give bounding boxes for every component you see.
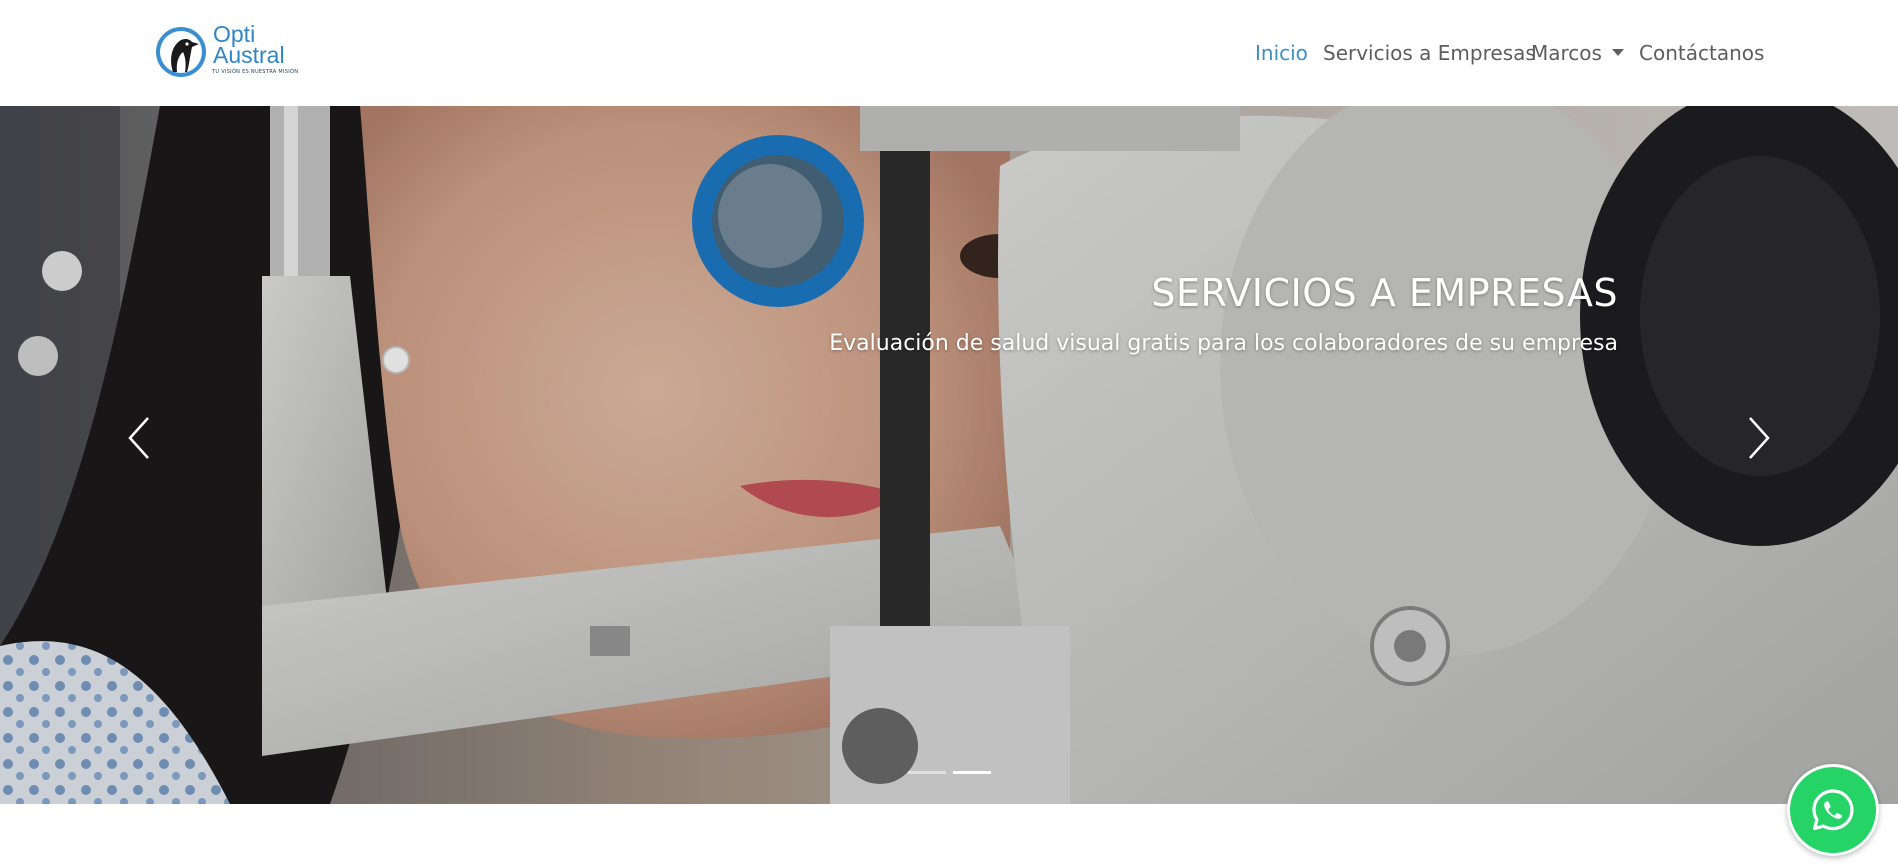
brand-name: Opti Austral (213, 23, 285, 68)
carousel-indicator-2[interactable] (952, 771, 991, 774)
nav-item-contactanos[interactable]: Contáctanos (1639, 0, 1764, 106)
nav-link-inicio[interactable]: Inicio (1255, 41, 1308, 65)
top-navbar: Opti Austral TU VISIÓN ES NUESTRA MISIÓN… (0, 0, 1898, 106)
carousel-indicators (0, 771, 1898, 774)
carousel-prev-button[interactable] (108, 396, 168, 476)
chevron-left-icon (128, 417, 149, 459)
slide-subtitle: Evaluación de salud visual gratis para l… (829, 331, 1618, 356)
nav-item-servicios[interactable]: Servicios a Empresas (1323, 0, 1536, 106)
nav-link-contactanos[interactable]: Contáctanos (1639, 41, 1764, 65)
nav-item-inicio[interactable]: Inicio (1255, 0, 1308, 106)
penguin-logo-icon (156, 27, 206, 77)
brand-tagline: TU VISIÓN ES NUESTRA MISIÓN (212, 69, 299, 75)
whatsapp-button[interactable] (1787, 764, 1879, 856)
chevron-right-icon (1749, 417, 1770, 459)
slide-background-image (0, 106, 1898, 804)
nav-item-marcos[interactable]: Marcos (1531, 0, 1624, 106)
slide-title: SERVICIOS A EMPRESAS (1151, 271, 1618, 315)
slide-caption: SERVICIOS A EMPRESAS Evaluación de salud… (829, 271, 1618, 356)
carousel-indicator-1[interactable] (907, 771, 946, 774)
carousel-next-button[interactable] (1730, 396, 1790, 476)
nav-link-servicios-a-empresas[interactable]: Servicios a Empresas (1323, 41, 1536, 65)
whatsapp-icon (1812, 789, 1854, 831)
brand-name-line2: Austral (213, 42, 285, 68)
nav-link-marcos-dropdown[interactable]: Marcos (1531, 41, 1624, 65)
brand-logo[interactable]: Opti Austral TU VISIÓN ES NUESTRA MISIÓN (155, 23, 305, 80)
hero-carousel: SERVICIOS A EMPRESAS Evaluación de salud… (0, 106, 1898, 804)
